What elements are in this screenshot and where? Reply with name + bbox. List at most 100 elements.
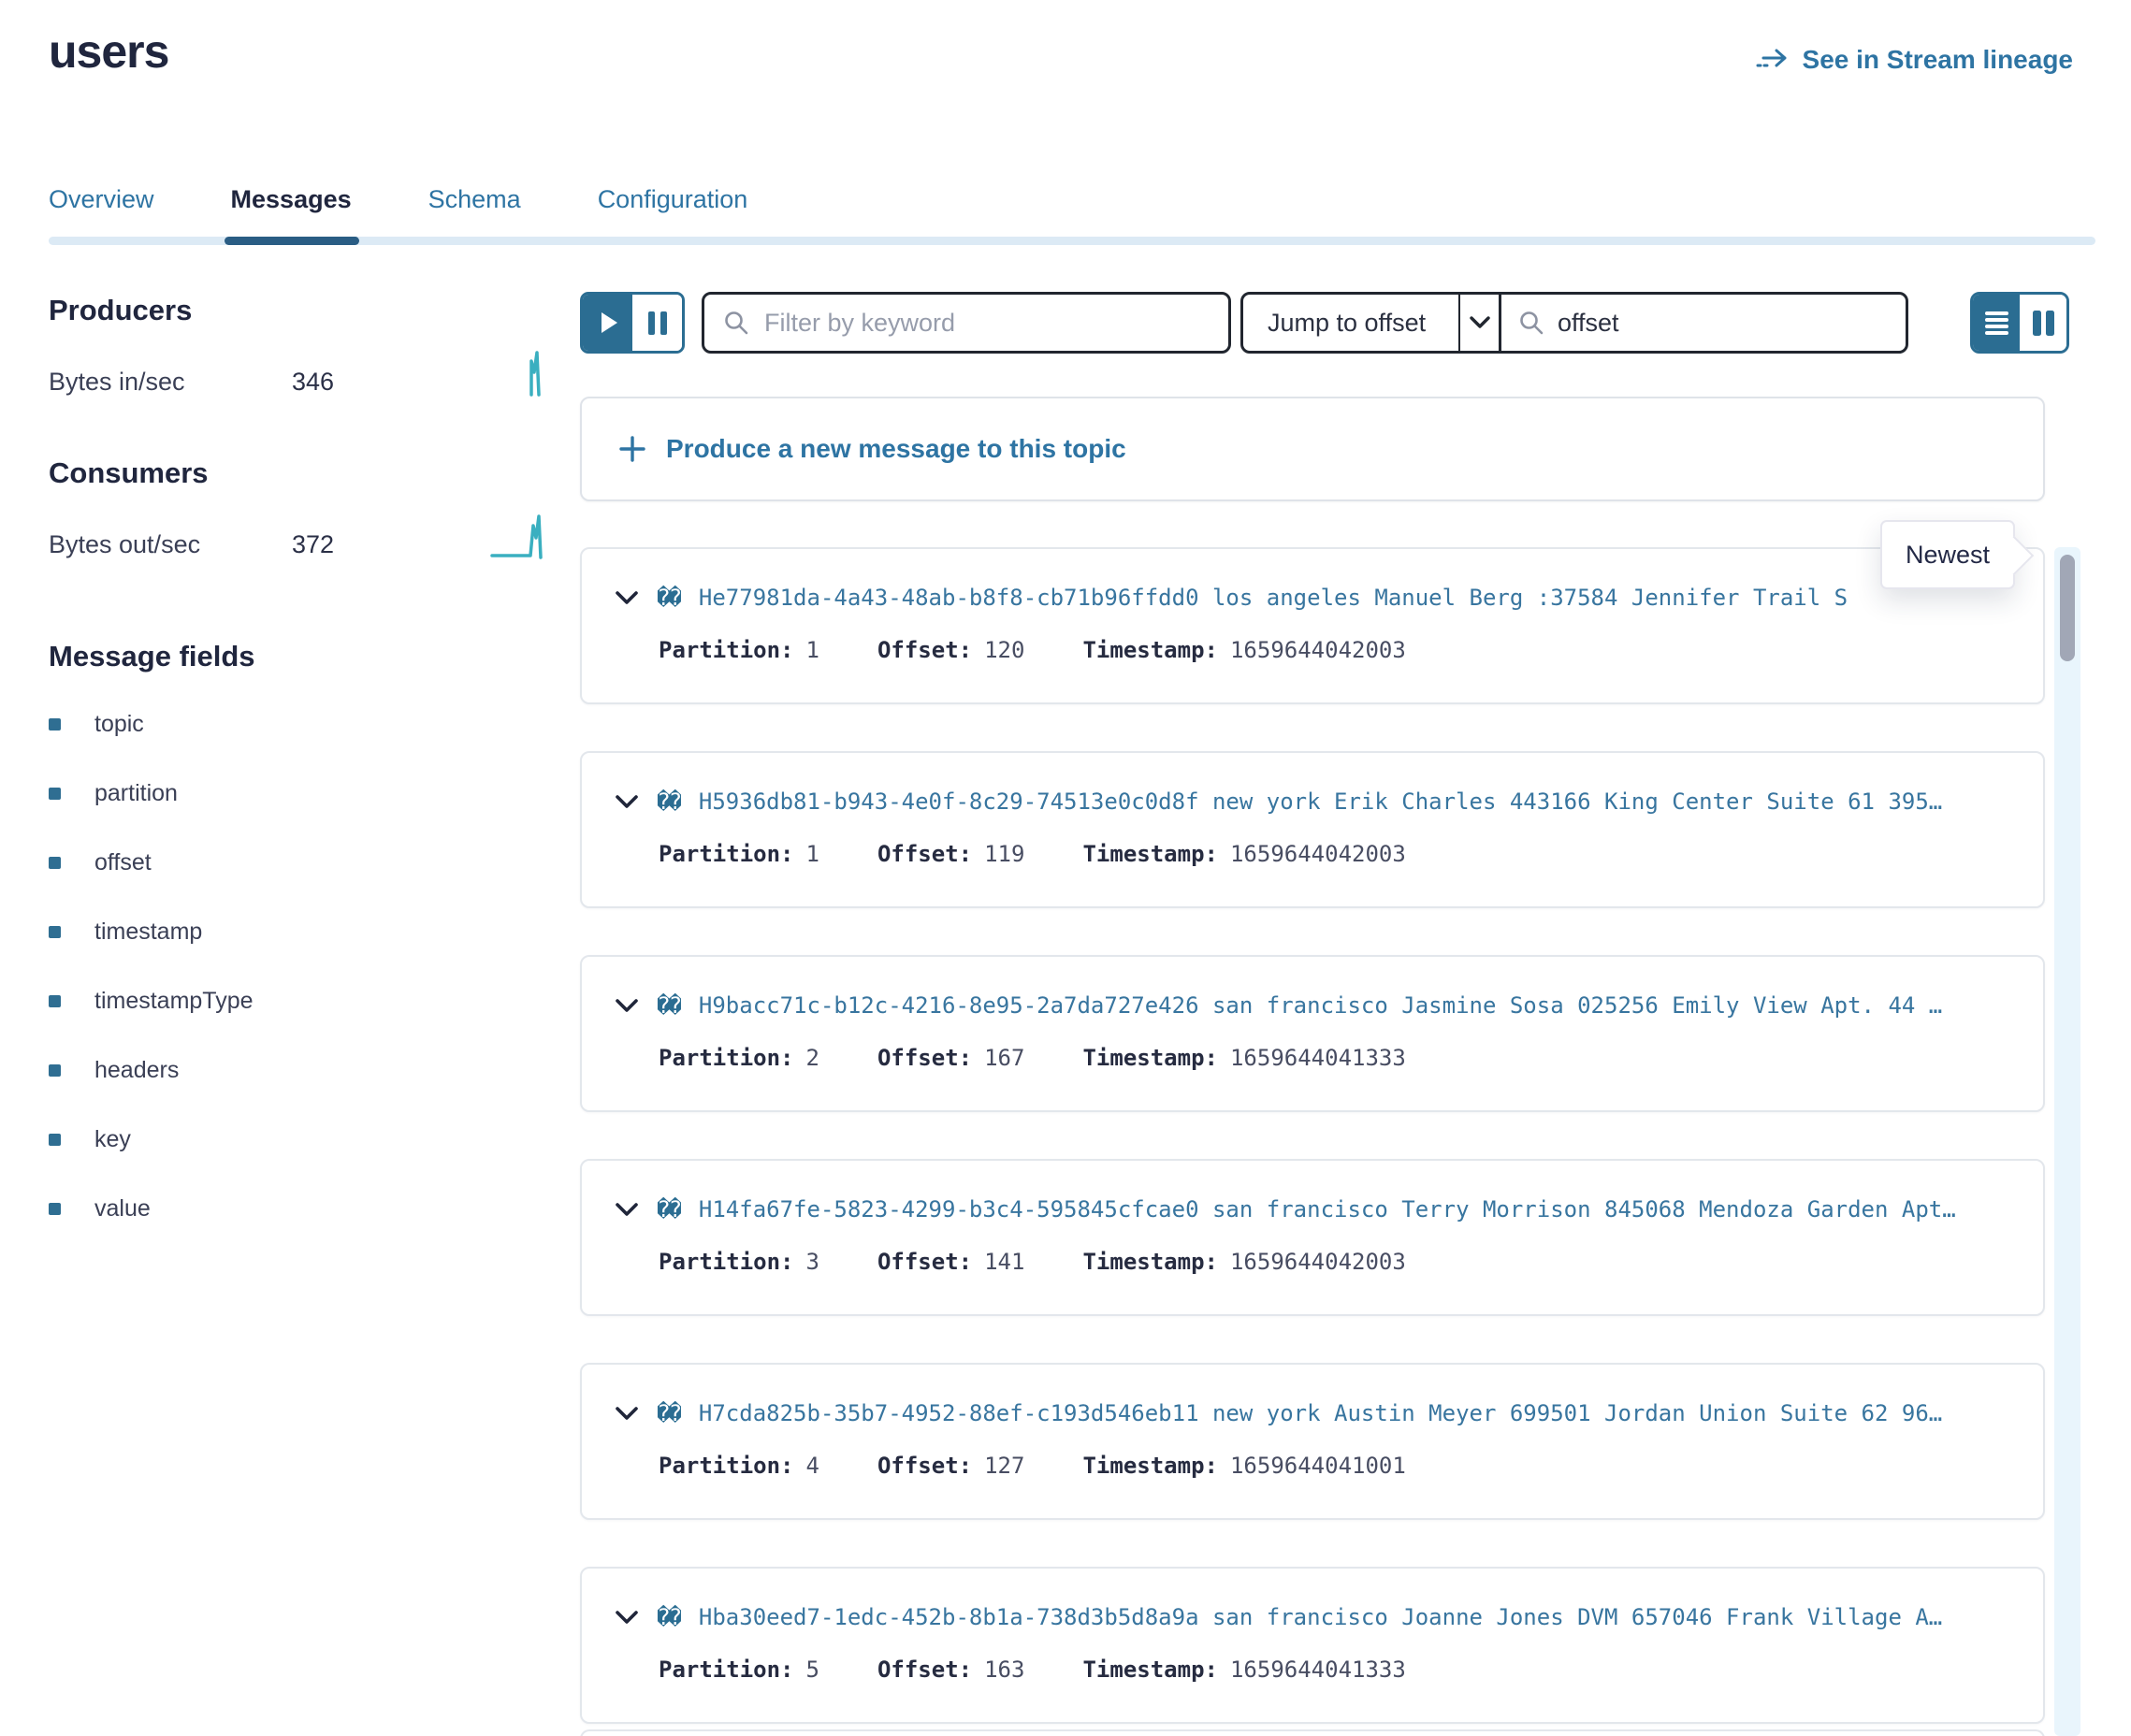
tab-configuration[interactable]: Configuration (598, 185, 748, 231)
square-bullet-icon (49, 788, 61, 800)
square-bullet-icon (49, 857, 61, 869)
field-item-timestampType[interactable]: timestampType (49, 988, 554, 1015)
tab-schema[interactable]: Schema (428, 185, 521, 231)
view-mode-toggle (1970, 292, 2069, 354)
square-bullet-icon (49, 718, 61, 731)
field-label: key (94, 1126, 131, 1153)
chevron-down-icon[interactable] (616, 1611, 638, 1625)
stream-lineage-link[interactable]: See in Stream lineage (1756, 45, 2073, 75)
offset-label: Offset: (877, 841, 972, 867)
keyword-filter-field[interactable] (702, 292, 1231, 354)
partition-value: 5 (806, 1656, 819, 1683)
offset-search-input[interactable] (1558, 309, 1889, 338)
bytes-out-sparkline (488, 513, 554, 559)
field-item-value[interactable]: value (49, 1195, 554, 1222)
timestamp-value: 1659644041001 (1230, 1453, 1406, 1479)
scrollbar-track[interactable] (2054, 547, 2080, 1736)
timestamp-value: 1659644041333 (1230, 1045, 1406, 1071)
producers-heading: Producers (49, 294, 554, 327)
timestamp-label: Timestamp: (1082, 637, 1218, 663)
stream-lineage-label: See in Stream lineage (1803, 45, 2073, 75)
keyword-filter-input[interactable] (764, 309, 1210, 338)
binary-key-glyph: �� (657, 1196, 680, 1222)
bytes-in-value: 346 (292, 368, 334, 397)
message-row-partial (580, 1729, 2045, 1736)
bytes-in-label: Bytes in/sec (49, 368, 292, 397)
field-item-partition[interactable]: partition (49, 780, 554, 807)
list-view-button[interactable] (1973, 295, 2020, 351)
partition-label: Partition: (659, 841, 794, 867)
offset-value: 120 (984, 637, 1024, 663)
offset-value: 119 (984, 841, 1024, 867)
partition-label: Partition: (659, 1656, 794, 1683)
produce-message-label: Produce a new message to this topic (666, 434, 1126, 464)
square-bullet-icon (49, 1064, 61, 1077)
timestamp-value: 1659644041333 (1230, 1656, 1406, 1683)
field-item-offset[interactable]: offset (49, 849, 554, 876)
square-bullet-icon (49, 926, 61, 938)
message-meta: Partition:4 Offset:127 Timestamp:1659644… (659, 1453, 2015, 1479)
binary-key-glyph: �� (657, 788, 680, 815)
field-item-topic[interactable]: topic (49, 711, 554, 738)
field-item-key[interactable]: key (49, 1126, 554, 1153)
message-row[interactable]: �� H7cda825b-35b7-4952-88ef-c193d546eb11… (580, 1363, 2045, 1520)
tab-overview[interactable]: Overview (49, 185, 154, 231)
timestamp-label: Timestamp: (1082, 1249, 1218, 1275)
chevron-down-icon[interactable] (616, 591, 638, 605)
field-label: offset (94, 849, 152, 876)
offset-label: Offset: (877, 1045, 972, 1071)
message-meta: Partition:3 Offset:141 Timestamp:1659644… (659, 1249, 2015, 1275)
bytes-out-metric: Bytes out/sec 372 (49, 518, 554, 571)
scrollbar-thumb[interactable] (2060, 555, 2075, 661)
square-bullet-icon (49, 1134, 61, 1146)
field-label: partition (94, 780, 178, 807)
message-meta: Partition:2 Offset:167 Timestamp:1659644… (659, 1045, 2015, 1071)
message-row[interactable]: �� Hba30eed7-1edc-452b-8b1a-738d3b5d8a9a… (580, 1567, 2045, 1724)
message-row[interactable]: �� He77981da-4a43-48ab-b8f8-cb71b96ffdd0… (580, 547, 2045, 704)
partition-label: Partition: (659, 1249, 794, 1275)
binary-key-glyph: �� (657, 585, 680, 611)
jump-to-offset-group: Jump to offset (1240, 292, 1908, 354)
square-bullet-icon (49, 1203, 61, 1215)
square-bullet-icon (49, 995, 61, 1007)
pause-button[interactable] (632, 295, 682, 351)
consumers-heading: Consumers (49, 456, 554, 490)
timestamp-label: Timestamp: (1082, 1656, 1218, 1683)
newest-tooltip: Newest (1880, 520, 2015, 589)
active-tab-indicator (225, 237, 359, 245)
offset-value: 163 (984, 1656, 1024, 1683)
partition-value: 3 (806, 1249, 819, 1275)
chevron-down-icon[interactable] (616, 1407, 638, 1421)
tab-bar: Overview Messages Schema Configuration (49, 185, 747, 231)
search-icon (723, 310, 749, 336)
partition-value: 2 (806, 1045, 819, 1071)
plus-icon (617, 434, 647, 464)
bytes-out-label: Bytes out/sec (49, 530, 292, 559)
message-row[interactable]: �� H5936db81-b943-4e0f-8c29-74513e0c0d8f… (580, 751, 2045, 908)
offset-label: Offset: (877, 1453, 972, 1479)
chevron-down-icon[interactable] (616, 795, 638, 809)
play-button[interactable] (583, 295, 632, 351)
message-key: H9bacc71c-b12c-4216-8e95-2a7da727e426 sa… (699, 992, 1942, 1019)
chevron-down-icon[interactable] (616, 999, 638, 1013)
field-item-timestamp[interactable]: timestamp (49, 919, 554, 946)
message-key: H14fa67fe-5823-4299-b3c4-595845cfcae0 sa… (699, 1196, 1956, 1222)
newest-tooltip-label: Newest (1906, 541, 1990, 570)
partition-value: 1 (806, 841, 819, 867)
offset-search-field[interactable] (1499, 295, 1906, 351)
field-label: topic (94, 711, 144, 738)
message-row[interactable]: �� H9bacc71c-b12c-4216-8e95-2a7da727e426… (580, 955, 2045, 1112)
chevron-down-icon[interactable] (616, 1203, 638, 1217)
jump-to-offset-select[interactable]: Jump to offset (1243, 295, 1458, 351)
column-view-button[interactable] (2020, 295, 2066, 351)
message-key: H7cda825b-35b7-4952-88ef-c193d546eb11 ne… (699, 1400, 1942, 1426)
message-key: Hba30eed7-1edc-452b-8b1a-738d3b5d8a9a sa… (699, 1604, 1942, 1630)
topic-messages-page: users See in Stream lineage Overview Mes… (0, 0, 2131, 1736)
message-fields-list: topic partition offset timestamp timesta… (49, 711, 554, 1222)
select-chevron-cell[interactable] (1458, 295, 1499, 351)
message-row[interactable]: �� H14fa67fe-5823-4299-b3c4-595845cfcae0… (580, 1159, 2045, 1316)
tab-messages[interactable]: Messages (231, 185, 352, 231)
binary-key-glyph: �� (657, 992, 680, 1019)
produce-message-button[interactable]: Produce a new message to this topic (580, 397, 2045, 501)
field-item-headers[interactable]: headers (49, 1057, 554, 1084)
